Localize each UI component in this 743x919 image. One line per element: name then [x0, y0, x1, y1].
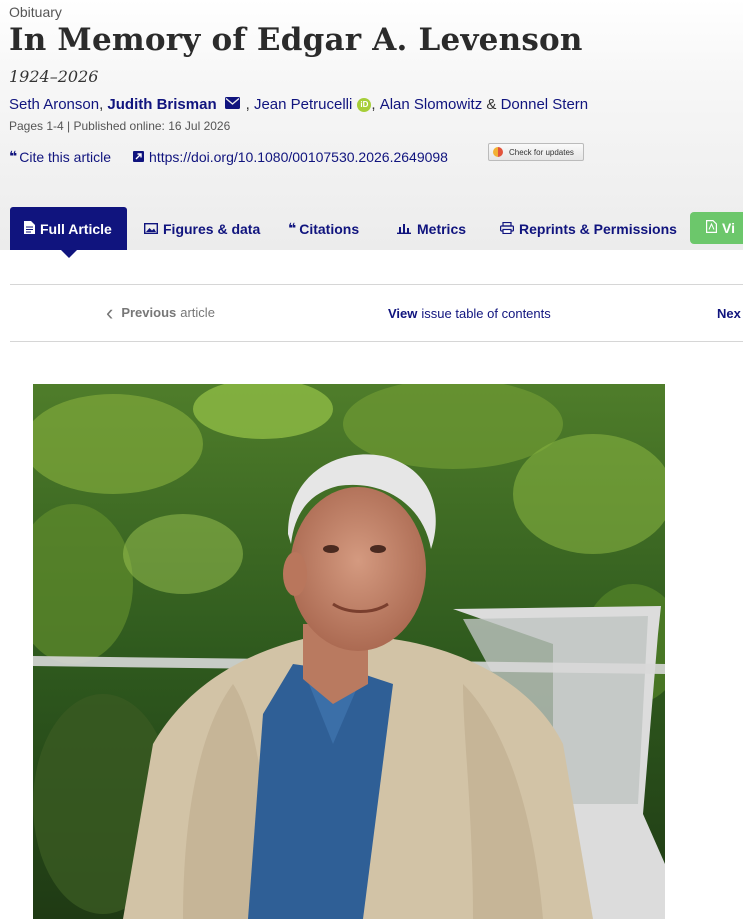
tab-label: Figures & data [163, 220, 261, 237]
author-separator: , [371, 96, 376, 113]
publication-meta: Pages 1-4 | Published online: 16 Jul 202… [9, 119, 231, 133]
nav-label-bold: Previous [121, 305, 177, 320]
portrait-photo [33, 384, 665, 919]
article-title: In Memory of Edgar A. Levenson [9, 22, 583, 58]
author-link[interactable]: Alan Slomowitz [380, 96, 483, 113]
nav-label-bold: View [388, 306, 418, 321]
next-article-link[interactable]: Nex [717, 306, 741, 321]
author-link[interactable]: Jean Petrucelli [254, 96, 352, 113]
envelope-icon[interactable] [224, 96, 240, 113]
tab-label: Metrics [417, 220, 467, 237]
doi-link[interactable]: https://doi.org/10.1080/00107530.2026.26… [133, 149, 448, 165]
cite-article-link[interactable]: ❝ Cite this article [9, 149, 111, 165]
check-for-updates-button[interactable]: Check for updates [488, 143, 584, 161]
view-pdf-button[interactable]: Vi [690, 212, 743, 244]
document-icon [24, 220, 35, 237]
author-separator: , [245, 96, 250, 113]
tab-full-article[interactable]: Full Article [10, 207, 127, 258]
crossmark-icon [493, 147, 503, 157]
tab-reprints-permissions[interactable]: Reprints & Permissions [500, 207, 677, 250]
external-link-icon [133, 149, 145, 165]
check-updates-label: Check for updates [509, 147, 574, 157]
article-subtitle: 1924–2026 [9, 67, 99, 86]
article-tabs: Full Article Figures & data ❝ Citations … [0, 207, 743, 258]
cite-label: Cite this article [19, 149, 112, 165]
chevron-left-icon: ‹ [106, 300, 114, 325]
pdf-icon [706, 220, 717, 236]
article-type-label: Obituary [9, 4, 62, 20]
article-tools: ❝ Cite this article https://doi.org/10.1… [9, 149, 448, 165]
tab-label: Reprints & Permissions [519, 220, 677, 237]
tab-figures-data[interactable]: Figures & data [143, 207, 261, 250]
author-link[interactable]: Seth Aronson [9, 96, 99, 113]
previous-article-link[interactable]: ‹ Previous article [106, 300, 215, 325]
author-link[interactable]: Donnel Stern [501, 96, 589, 113]
tab-label: Citations [299, 220, 360, 237]
printer-icon [500, 221, 515, 237]
tab-citations[interactable]: ❝ Citations [288, 207, 359, 250]
quote-icon: ❝ [288, 220, 296, 236]
tab-label: Vi [722, 220, 735, 236]
author-list: Seth Aronson, Judith Brisman , Jean Petr… [9, 96, 588, 113]
doi-text: https://doi.org/10.1080/00107530.2026.26… [149, 149, 448, 165]
bar-chart-icon [396, 221, 412, 237]
author-separator: , [99, 96, 104, 113]
orcid-icon[interactable]: iD [357, 97, 372, 112]
author-link-corresponding[interactable]: Judith Brisman [107, 96, 216, 113]
author-separator: & [486, 96, 497, 113]
nav-label: article [180, 305, 215, 320]
quote-icon: ❝ [9, 149, 17, 165]
article-navigation: ‹ Previous article View issue table of co… [10, 284, 743, 342]
issue-toc-link[interactable]: View issue table of contents [388, 306, 551, 321]
image-icon [143, 221, 159, 237]
tab-metrics[interactable]: Metrics [396, 207, 466, 250]
nav-label: issue table of contents [421, 306, 551, 321]
tab-label: Full Article [40, 220, 112, 237]
